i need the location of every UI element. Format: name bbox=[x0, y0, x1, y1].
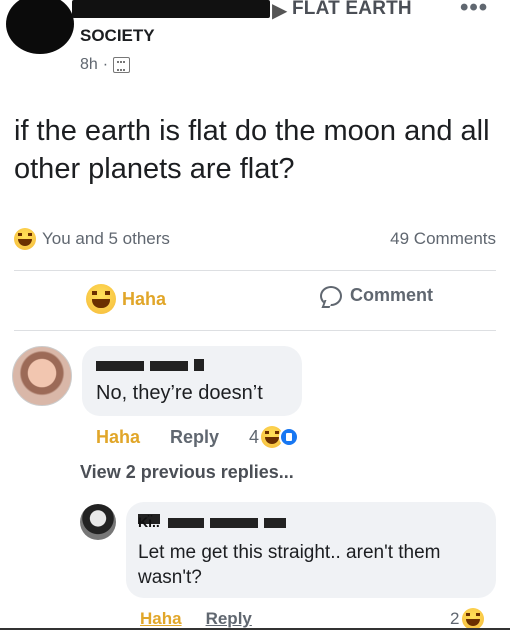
haha-emoji-icon bbox=[462, 608, 485, 630]
reply-reply-button[interactable]: Reply bbox=[206, 609, 252, 629]
haha-emoji-icon bbox=[14, 228, 36, 250]
redacted-commenter-name[interactable] bbox=[96, 358, 204, 371]
comment-reaction-count[interactable]: 4 bbox=[249, 426, 300, 448]
comment-button-label: Comment bbox=[350, 285, 434, 305]
reply-bubble: Kı̈.. Let me get this straight.. aren't … bbox=[126, 502, 496, 598]
post-timestamp[interactable]: 8h bbox=[80, 56, 98, 74]
comment-button[interactable]: Comment bbox=[320, 285, 433, 306]
comment-bubble-icon bbox=[320, 285, 342, 306]
group-name-link[interactable]: FLAT EARTH bbox=[292, 0, 412, 20]
reply-author-avatar[interactable] bbox=[80, 504, 116, 540]
post-meta: 8h · bbox=[80, 56, 131, 74]
like-thumb-icon bbox=[279, 427, 300, 447]
post-header: ▶ FLAT EARTH ••• SOCIETY 8h · bbox=[0, 0, 510, 100]
post-body-text: if the earth is flat do the moon and all… bbox=[14, 115, 490, 185]
reply-actions: Haha Reply bbox=[140, 609, 252, 629]
commenter-avatar[interactable] bbox=[12, 346, 72, 406]
meta-separator: · bbox=[102, 56, 109, 73]
view-previous-replies-link[interactable]: View 2 previous replies... bbox=[80, 462, 294, 483]
divider bbox=[14, 270, 496, 271]
comment-text: No, they’re doesn’t bbox=[96, 382, 263, 404]
arrow-right-icon: ▶ bbox=[272, 0, 288, 22]
reactions-summary[interactable]: You and 5 others bbox=[14, 228, 170, 250]
reply-text: Let me get this straight.. aren't them w… bbox=[138, 542, 441, 588]
author-name-link[interactable]: SOCIETY bbox=[80, 26, 155, 46]
comment-actions: Haha Reply 4 bbox=[96, 426, 300, 448]
reply-author-initial: Kı̈.. bbox=[138, 514, 160, 530]
reactions-summary-text: You and 5 others bbox=[42, 229, 170, 248]
reactions-summary-row: You and 5 others 49 Comments bbox=[14, 227, 496, 251]
haha-reaction-button[interactable]: Haha bbox=[86, 284, 166, 314]
comment-bubble: No, they’re doesn’t bbox=[82, 346, 302, 416]
more-options-icon[interactable]: ••• bbox=[460, 0, 488, 22]
reply-reaction-count-value: 2 bbox=[450, 609, 460, 628]
comment-haha-button[interactable]: Haha bbox=[96, 427, 140, 448]
reply-haha-button[interactable]: Haha bbox=[140, 609, 182, 629]
reply-author-name[interactable]: Kı̈.. bbox=[138, 514, 298, 530]
post-action-bar: Haha Comment bbox=[14, 282, 496, 318]
haha-emoji-icon bbox=[86, 284, 116, 314]
reply-reaction-count[interactable]: 2 bbox=[450, 608, 485, 630]
group-privacy-icon bbox=[113, 57, 131, 73]
redacted-author-name bbox=[72, 0, 270, 18]
group-avatar[interactable] bbox=[6, 0, 74, 54]
comment-reply-button[interactable]: Reply bbox=[170, 427, 219, 448]
comment-reaction-count-value: 4 bbox=[249, 426, 260, 447]
haha-button-label: Haha bbox=[122, 288, 167, 309]
divider bbox=[14, 330, 496, 331]
comments-count-link[interactable]: 49 Comments bbox=[390, 229, 496, 249]
